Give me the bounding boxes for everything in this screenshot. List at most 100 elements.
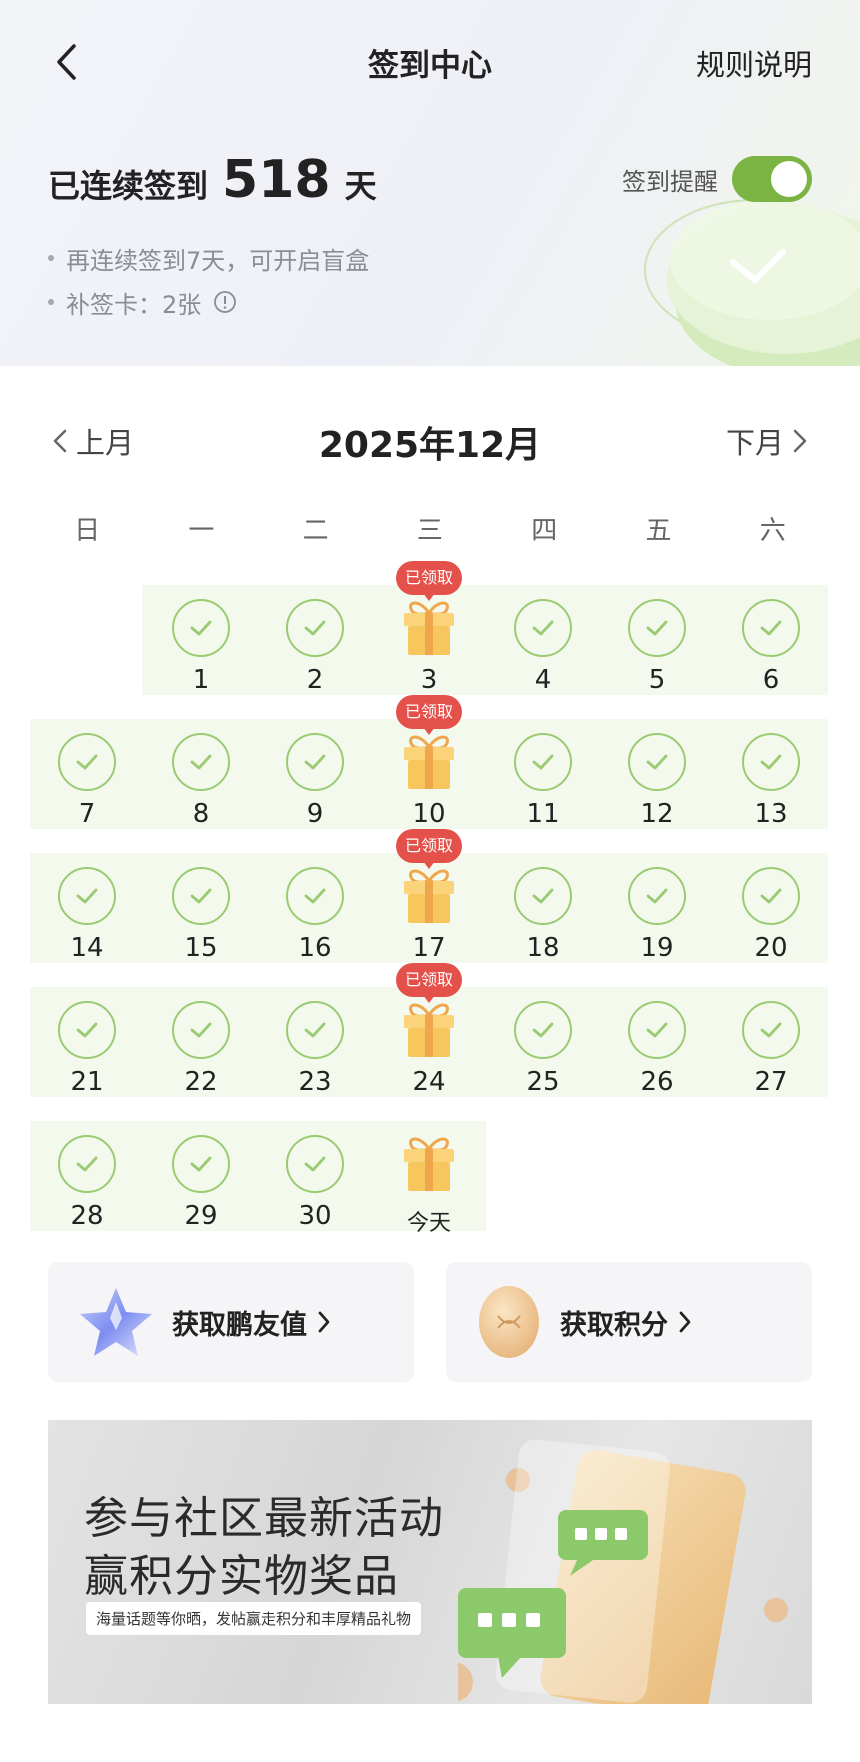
day-number: 27 (754, 1067, 788, 1097)
day-number: 24 (412, 1067, 446, 1097)
check-circle-icon (172, 599, 230, 657)
tip-text: 补签卡：2张 (66, 290, 202, 319)
rules-link[interactable]: 规则说明 (696, 42, 812, 84)
calendar-day[interactable]: 23 (258, 993, 372, 1123)
calendar-day[interactable]: 1 (144, 591, 258, 721)
calendar-day[interactable]: 2 (258, 591, 372, 721)
get-friend-points-card[interactable]: 获取鹏友值 (48, 1262, 414, 1382)
calendar-day[interactable]: 22 (144, 993, 258, 1123)
check-circle-icon (514, 1001, 572, 1059)
gift-box-icon (400, 731, 458, 791)
get-points-card[interactable]: 获取积分 (446, 1262, 812, 1382)
day-number: 1 (192, 665, 210, 695)
chevron-right-icon (317, 1310, 331, 1334)
claimed-badge: 已领取 (396, 695, 462, 737)
toggle-knob (771, 161, 807, 197)
day-number: 10 (412, 799, 446, 829)
weekday-label: 二 (302, 516, 329, 546)
weekday-label: 五 (645, 516, 672, 546)
calendar-day[interactable]: 已领取 24 (372, 963, 486, 1123)
calendar-day[interactable]: 18 (486, 859, 600, 989)
star-icon (80, 1288, 152, 1356)
tips-list: 再连续签到7天，可开启盲盒 补签卡：2张 (48, 236, 369, 324)
calendar-day[interactable]: 9 (258, 725, 372, 855)
check-circle-icon (286, 733, 344, 791)
calendar-day[interactable]: 11 (486, 725, 600, 855)
calendar-day[interactable]: 19 (600, 859, 714, 989)
calendar-day[interactable]: 16 (258, 859, 372, 989)
next-month-button[interactable]: 下月 (726, 420, 808, 462)
gift-box-icon (400, 597, 458, 657)
badge-tail (423, 995, 435, 1003)
check-circle-icon (514, 599, 572, 657)
gift-box-icon (400, 865, 458, 925)
calendar-day[interactable]: 30 (258, 1127, 372, 1257)
claimed-badge: 已领取 (396, 963, 462, 1005)
weekday-label: 四 (531, 516, 558, 546)
badge-tail (423, 727, 435, 735)
calendar-day[interactable]: 12 (600, 725, 714, 855)
calendar-day[interactable]: 21 (30, 993, 144, 1123)
day-number: 17 (412, 933, 446, 963)
bullet-dot (48, 299, 54, 305)
day-number: 3 (420, 665, 438, 695)
check-circle-icon (172, 867, 230, 925)
check-circle-icon (628, 733, 686, 791)
calendar-day[interactable]: 8 (144, 725, 258, 855)
day-number: 今天 (406, 1211, 451, 1236)
day-number: 5 (648, 665, 666, 695)
calendar-day[interactable]: 26 (600, 993, 714, 1123)
check-circle-icon (628, 1001, 686, 1059)
day-number: 19 (640, 933, 674, 963)
calendar-day[interactable]: 29 (144, 1127, 258, 1257)
info-icon[interactable] (213, 290, 237, 314)
day-number: 2 (306, 665, 324, 695)
check-circle-icon (628, 867, 686, 925)
calendar-day[interactable]: 28 (30, 1127, 144, 1257)
coin-icon (479, 1286, 539, 1358)
calendar-day[interactable]: 4 (486, 591, 600, 721)
day-number: 18 (526, 933, 560, 963)
day-number: 8 (192, 799, 210, 829)
reminder-toggle[interactable] (732, 156, 812, 202)
day-number: 16 (298, 933, 332, 963)
calendar-day[interactable]: 20 (714, 859, 828, 989)
day-number: 28 (70, 1201, 104, 1231)
banner-headline-2: 赢积分实物奖品 (84, 1551, 399, 1602)
tip-text: 再连续签到7天，可开启盲盒 (66, 246, 370, 275)
calendar-day[interactable]: 15 (144, 859, 258, 989)
claimed-badge-label: 已领取 (396, 561, 462, 595)
calendar-day[interactable]: 25 (486, 993, 600, 1123)
day-number: 11 (526, 799, 560, 829)
check-circle-icon (286, 1001, 344, 1059)
weekday-header: 日 一 二 三 四 五 六 (30, 510, 830, 547)
check-circle-icon (58, 1001, 116, 1059)
check-circle-icon (58, 733, 116, 791)
check-circle-icon (742, 733, 800, 791)
calendar-day[interactable]: 7 (30, 725, 144, 855)
nav-bar: 签到中心 规则说明 (0, 0, 860, 120)
streak-days: 518 (222, 150, 331, 210)
badge-tail (423, 861, 435, 869)
community-activity-banner[interactable]: 参与社区最新活动 赢积分实物奖品 海量话题等你晒，发帖赢走积分和丰厚精品礼物 (48, 1420, 812, 1704)
claimed-badge: 已领取 (396, 561, 462, 603)
calendar-day[interactable]: 5 (600, 591, 714, 721)
day-number: 14 (70, 933, 104, 963)
calendar-day[interactable]: 14 (30, 859, 144, 989)
check-circle-icon (742, 599, 800, 657)
next-month-label: 下月 (725, 426, 784, 460)
day-number: 12 (640, 799, 674, 829)
weekday-label: 日 (74, 516, 101, 546)
calendar-day[interactable]: 今天 (372, 1127, 486, 1257)
calendar-day[interactable]: 6 (714, 591, 828, 721)
gift-box-icon (400, 999, 458, 1059)
chevron-right-icon (793, 429, 807, 453)
card-label: 获取积分 (560, 1309, 668, 1341)
calendar-day[interactable]: 13 (714, 725, 828, 855)
phone-chat-illustration (458, 1439, 788, 1704)
claimed-badge: 已领取 (396, 829, 462, 871)
check-circle-icon (286, 867, 344, 925)
calendar-day[interactable]: 27 (714, 993, 828, 1123)
day-number: 4 (534, 665, 552, 695)
day-number: 23 (298, 1067, 332, 1097)
